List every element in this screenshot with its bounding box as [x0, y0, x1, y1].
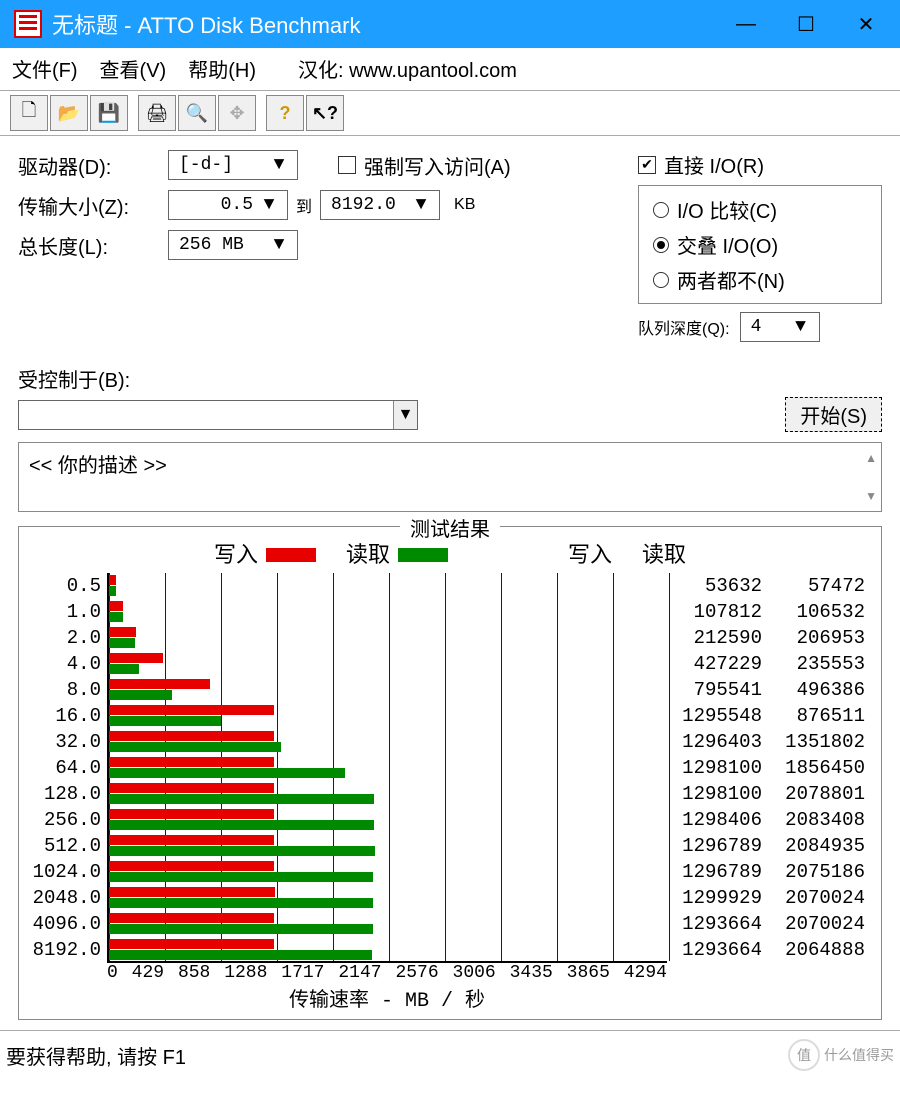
controlled-by-select[interactable]: ▼ [18, 400, 418, 430]
write-col-header: 写入 [568, 537, 612, 569]
read-values-column: 5747210653220695323555349638687651113518… [770, 573, 873, 963]
read-col-header: 读取 [642, 537, 686, 569]
force-write-checkbox[interactable]: 强制写入访问(A) [338, 151, 511, 180]
queue-depth-label: 队列深度(Q): [638, 315, 730, 339]
start-button[interactable]: 开始(S) [785, 397, 882, 432]
save-icon[interactable]: 💾 [90, 95, 128, 131]
size-to-select[interactable]: 8192.0▼ [320, 190, 440, 220]
minimize-button[interactable]: — [716, 0, 776, 48]
results-group: 测试结果 写入 读取 写入 读取 0.51.02.04.08.016.032.0… [18, 526, 882, 1020]
preview-icon[interactable]: 🔍 [178, 95, 216, 131]
toolbar: 🗋 📂 💾 🖨 🔍 ✥ ? ↖? [0, 90, 900, 136]
size-from-select[interactable]: 0.5▼ [168, 190, 288, 220]
neither-radio[interactable]: 两者都不(N) [653, 265, 867, 294]
new-icon[interactable]: 🗋 [10, 95, 48, 131]
close-button[interactable]: ✕ [836, 0, 896, 48]
menu-credit: 汉化: www.upantool.com [298, 54, 517, 83]
direct-io-checkbox[interactable]: ✔ 直接 I/O(R) [638, 150, 764, 179]
results-title: 测试结果 [400, 513, 500, 542]
menu-file[interactable]: 文件(F) [12, 54, 78, 83]
checkbox-icon: ✔ [638, 156, 656, 174]
transfer-size-label: 传输大小(Z): [18, 191, 168, 220]
whatsthis-icon[interactable]: ↖? [306, 95, 344, 131]
app-icon [14, 10, 42, 38]
help-icon[interactable]: ? [266, 95, 304, 131]
status-bar: 要获得帮助, 请按 F1 值什么值得买 [0, 1030, 900, 1079]
io-compare-radio[interactable]: I/O 比较(C) [653, 195, 867, 224]
x-axis-ticks: 042985812881717214725763006343538654294 [107, 963, 667, 983]
x-axis-label: 传输速率 - MB / 秒 [107, 983, 667, 1013]
menu-help[interactable]: 帮助(H) [188, 54, 256, 83]
queue-depth-select[interactable]: 4▼ [740, 312, 820, 342]
total-length-select[interactable]: 256 MB▼ [168, 230, 298, 260]
scroll-up-icon[interactable]: ▲ [865, 451, 877, 465]
write-values-column: 5363210781221259042722979554112955481296… [667, 573, 770, 963]
chart-plot [107, 573, 667, 963]
total-length-label: 总长度(L): [18, 231, 168, 260]
to-label: 到 [296, 193, 312, 217]
drive-label: 驱动器(D): [18, 151, 168, 180]
menubar: 文件(F) 查看(V) 帮助(H) 汉化: www.upantool.com [0, 48, 900, 90]
overlapped-radio[interactable]: 交叠 I/O(O) [653, 230, 867, 259]
y-axis-labels: 0.51.02.04.08.016.032.064.0128.0256.0512… [27, 573, 107, 963]
window-title: 无标题 - ATTO Disk Benchmark [52, 8, 716, 40]
print-icon[interactable]: 🖨 [138, 95, 176, 131]
drive-select[interactable]: [-d-]▼ [168, 150, 298, 180]
write-swatch [266, 548, 316, 562]
scroll-down-icon[interactable]: ▼ [865, 489, 877, 503]
description-box[interactable]: << 你的描述 >> ▲ ▼ [18, 442, 882, 512]
controlled-by-label: 受控制于(B): [18, 364, 882, 393]
titlebar: 无标题 - ATTO Disk Benchmark — ☐ ✕ [0, 0, 900, 48]
menu-view[interactable]: 查看(V) [100, 54, 167, 83]
move-icon[interactable]: ✥ [218, 95, 256, 131]
read-swatch [398, 548, 448, 562]
watermark: 值什么值得买 [788, 1039, 894, 1071]
maximize-button[interactable]: ☐ [776, 0, 836, 48]
io-mode-group: I/O 比较(C) 交叠 I/O(O) 两者都不(N) [638, 185, 882, 304]
checkbox-icon [338, 156, 356, 174]
kb-label: KB [454, 196, 475, 214]
open-icon[interactable]: 📂 [50, 95, 88, 131]
